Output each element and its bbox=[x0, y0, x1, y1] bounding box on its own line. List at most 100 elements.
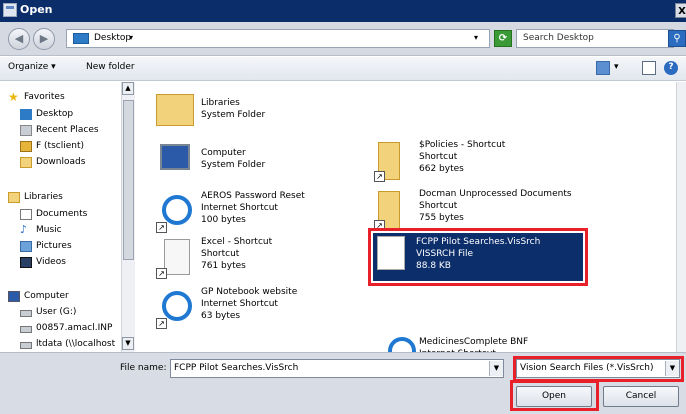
file-size: 761 bytes bbox=[201, 261, 246, 271]
music-icon: ♪ bbox=[20, 223, 28, 236]
star-icon: ★ bbox=[8, 90, 19, 104]
file-name: MedicinesComplete BNF bbox=[419, 337, 529, 347]
file-item-fcpp-selected[interactable]: FCPP Pilot Searches.VisSrch VISSRCH File… bbox=[368, 228, 588, 286]
change-view-icon[interactable] bbox=[596, 61, 610, 75]
nav-f-tsclient-label: F (tsclient) bbox=[36, 141, 84, 151]
file-size: 63 bytes bbox=[201, 311, 241, 321]
videos-icon bbox=[20, 257, 32, 268]
file-list: Libraries System Folder Computer System … bbox=[136, 82, 676, 352]
cancel-button[interactable]: Cancel bbox=[603, 386, 679, 407]
back-button[interactable]: ◀ bbox=[8, 28, 30, 50]
file-list-scrollbar[interactable] bbox=[676, 82, 686, 352]
computer-icon bbox=[8, 291, 20, 302]
navigation-pane: ★ Favorites Desktop Recent Places F (tsc… bbox=[0, 82, 135, 352]
file-item-gp-notebook[interactable]: ↗ GP Notebook website Internet Shortcut … bbox=[156, 287, 346, 329]
shortcut-arrow-icon: ↗ bbox=[156, 318, 167, 329]
refresh-button[interactable]: ⟳ bbox=[494, 30, 512, 47]
disconnected-drive-icon bbox=[20, 342, 32, 349]
search-input[interactable]: Search Desktop bbox=[516, 29, 674, 48]
file-item-libraries[interactable]: Libraries System Folder bbox=[156, 90, 336, 132]
nav-videos-label: Videos bbox=[36, 257, 66, 267]
preview-pane-icon[interactable] bbox=[642, 61, 656, 75]
window-title: Open bbox=[20, 3, 53, 16]
shortcut-arrow-icon: ↗ bbox=[374, 171, 385, 182]
file-type: System Folder bbox=[201, 160, 266, 170]
nav-music-label: Music bbox=[36, 225, 62, 235]
file-name: Excel - Shortcut bbox=[201, 237, 273, 247]
file-name: AEROS Password Reset bbox=[201, 191, 305, 201]
file-name: Docman Unprocessed Documents bbox=[419, 189, 572, 199]
file-type: Shortcut bbox=[419, 201, 458, 211]
file-item-aeros[interactable]: ↗ AEROS Password Reset Internet Shortcut… bbox=[156, 191, 346, 233]
annotation-highlight-box bbox=[368, 228, 588, 286]
file-size: 755 bytes bbox=[419, 213, 464, 223]
file-name-value: FCPP Pilot Searches.VisSrch bbox=[174, 363, 299, 373]
scroll-down-button[interactable]: ▼ bbox=[122, 337, 134, 350]
desktop-icon bbox=[20, 109, 32, 120]
nav-recent-places-label: Recent Places bbox=[36, 125, 99, 135]
nav-pictures-label: Pictures bbox=[36, 241, 72, 251]
nav-favorites-label: Favorites bbox=[24, 92, 65, 102]
close-button[interactable]: X bbox=[675, 3, 686, 18]
file-item-medicinescomplete[interactable]: MedicinesComplete BNF Internet Shortcut bbox=[374, 327, 604, 352]
forward-button[interactable]: ▶ bbox=[33, 28, 55, 50]
internet-shortcut-icon bbox=[162, 195, 192, 225]
drive-icon bbox=[20, 310, 32, 317]
file-item-computer[interactable]: Computer System Folder bbox=[156, 140, 336, 182]
file-type: Internet Shortcut bbox=[201, 299, 278, 309]
file-name-dropdown-icon[interactable]: ▼ bbox=[489, 361, 503, 376]
search-icon[interactable]: ⚲ bbox=[668, 30, 686, 47]
libraries-icon bbox=[8, 192, 20, 203]
downloads-icon bbox=[20, 157, 32, 168]
libraries-folder-icon bbox=[156, 94, 194, 126]
recent-places-icon bbox=[20, 125, 32, 136]
nav-documents-label: Documents bbox=[36, 209, 88, 219]
file-name: $Policies - Shortcut bbox=[419, 140, 506, 150]
nav-computer-label: Computer bbox=[24, 291, 69, 301]
nav-downloads-label: Downloads bbox=[36, 157, 86, 167]
nav-network-drive-label: 00857.amacl.INP bbox=[36, 323, 113, 333]
internet-shortcut-icon bbox=[388, 337, 416, 352]
nav-libraries-label: Libraries bbox=[24, 192, 63, 202]
file-name: Libraries bbox=[201, 98, 240, 108]
file-item-policies[interactable]: ↗ $Policies - Shortcut Shortcut 662 byte… bbox=[374, 140, 594, 182]
file-type: Shortcut bbox=[201, 249, 240, 259]
nav-desktop-label: Desktop bbox=[36, 109, 74, 119]
file-size: 100 bytes bbox=[201, 215, 246, 225]
dialog-icon bbox=[3, 3, 17, 17]
new-folder-button[interactable]: New folder bbox=[86, 62, 135, 72]
pictures-icon bbox=[20, 241, 32, 252]
organize-button[interactable]: Organize ▾ bbox=[8, 62, 56, 72]
shortcut-icon bbox=[164, 239, 190, 275]
file-type: Internet Shortcut bbox=[201, 203, 278, 213]
file-item-docman[interactable]: ↗ Docman Unprocessed Documents Shortcut … bbox=[374, 189, 604, 231]
address-bar[interactable]: Desktop ▾ ▾ bbox=[66, 29, 490, 48]
navigation-scrollbar[interactable]: ▲ ▼ bbox=[121, 82, 135, 352]
file-name: GP Notebook website bbox=[201, 287, 298, 297]
documents-icon bbox=[20, 209, 32, 220]
address-location: Desktop bbox=[94, 33, 132, 43]
nav-user-g-label: User (G:) bbox=[36, 307, 77, 317]
annotation-highlight-box bbox=[513, 356, 684, 382]
scrollbar-thumb[interactable] bbox=[123, 100, 134, 260]
title-bar: Open X bbox=[0, 0, 686, 22]
desktop-folder-icon bbox=[73, 33, 89, 44]
network-drive-icon bbox=[20, 326, 32, 333]
shortcut-arrow-icon: ↗ bbox=[156, 222, 167, 233]
nav-ltdata-label: ltdata (\\localhost bbox=[36, 339, 116, 349]
file-size: 662 bytes bbox=[419, 164, 464, 174]
view-dropdown-icon[interactable]: ▾ bbox=[614, 62, 619, 72]
file-name-field[interactable]: FCPP Pilot Searches.VisSrch ▼ bbox=[170, 359, 504, 378]
file-type: System Folder bbox=[201, 110, 266, 120]
computer-icon bbox=[160, 144, 190, 170]
command-toolbar: Organize ▾ New folder ▾ ? bbox=[0, 57, 686, 81]
scroll-up-button[interactable]: ▲ bbox=[122, 82, 134, 95]
internet-shortcut-icon bbox=[162, 291, 192, 321]
file-type: Shortcut bbox=[419, 152, 458, 162]
help-icon[interactable]: ? bbox=[664, 61, 678, 75]
breadcrumb-arrow-icon[interactable]: ▾ bbox=[129, 33, 133, 42]
address-dropdown-icon[interactable]: ▾ bbox=[474, 33, 478, 42]
file-item-excel[interactable]: ↗ Excel - Shortcut Shortcut 761 bytes bbox=[156, 237, 346, 279]
file-name: Computer bbox=[201, 148, 246, 158]
shortcut-arrow-icon: ↗ bbox=[156, 268, 167, 279]
